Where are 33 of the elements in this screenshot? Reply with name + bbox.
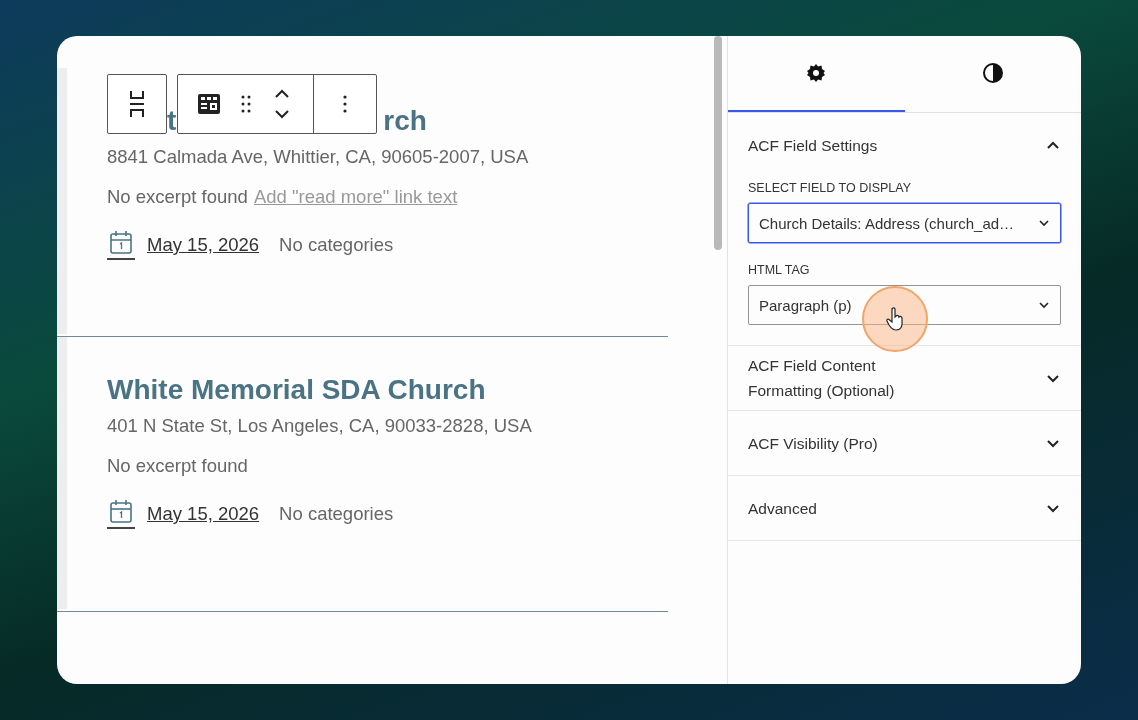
post-title[interactable]: rch [383, 105, 427, 137]
table-icon [197, 94, 220, 114]
calendar-icon [107, 499, 135, 529]
chevron-down-icon [1038, 219, 1050, 227]
post-date[interactable]: May 15, 2026 [147, 234, 260, 256]
hand-cursor-icon [886, 307, 904, 331]
post-date[interactable]: May 15, 2026 [147, 503, 260, 525]
select-field[interactable]: Paragraph (p) [748, 285, 1061, 325]
calendar-icon [107, 230, 135, 260]
settings-icon [806, 63, 827, 83]
contrast-icon [981, 62, 1004, 84]
more-options-icon [343, 95, 348, 113]
field-label: SELECT FIELD TO DISPLAY [748, 181, 913, 195]
post-title[interactable]: t [167, 105, 177, 137]
excerpt-text: No excerpt found [107, 455, 248, 477]
post-title[interactable]: White Memorial SDA Church [107, 374, 486, 406]
post-categories: No categories [279, 234, 394, 256]
field-label: HTML TAG [748, 263, 811, 277]
block-toolbar-button[interactable] [107, 74, 167, 134]
unlink-icon [127, 89, 147, 119]
excerpt-text: No excerpt found [107, 186, 248, 208]
post-categories: No categories [279, 503, 394, 525]
select-field[interactable]: Church Details: Address (church_ad… [748, 203, 1061, 243]
panel-title[interactable]: ACF Field Content Formatting (Optional) [748, 353, 928, 403]
panel-title[interactable]: ACF Field Settings [748, 132, 878, 158]
post-address: 8841 Calmada Ave, Whittier, CA, 90605-2007, USA [107, 146, 530, 168]
scrollbar[interactable] [714, 36, 722, 250]
move-arrows-icon [274, 89, 291, 119]
panel-title[interactable]: Advanced [748, 495, 817, 521]
drag-handle-icon [240, 95, 251, 113]
chevron-down-icon [1038, 301, 1050, 309]
post-address: 401 N State St, Los Angeles, CA, 90033-2828, USA [107, 415, 533, 437]
panel-title[interactable]: ACF Visibility (Pro) [748, 430, 878, 456]
